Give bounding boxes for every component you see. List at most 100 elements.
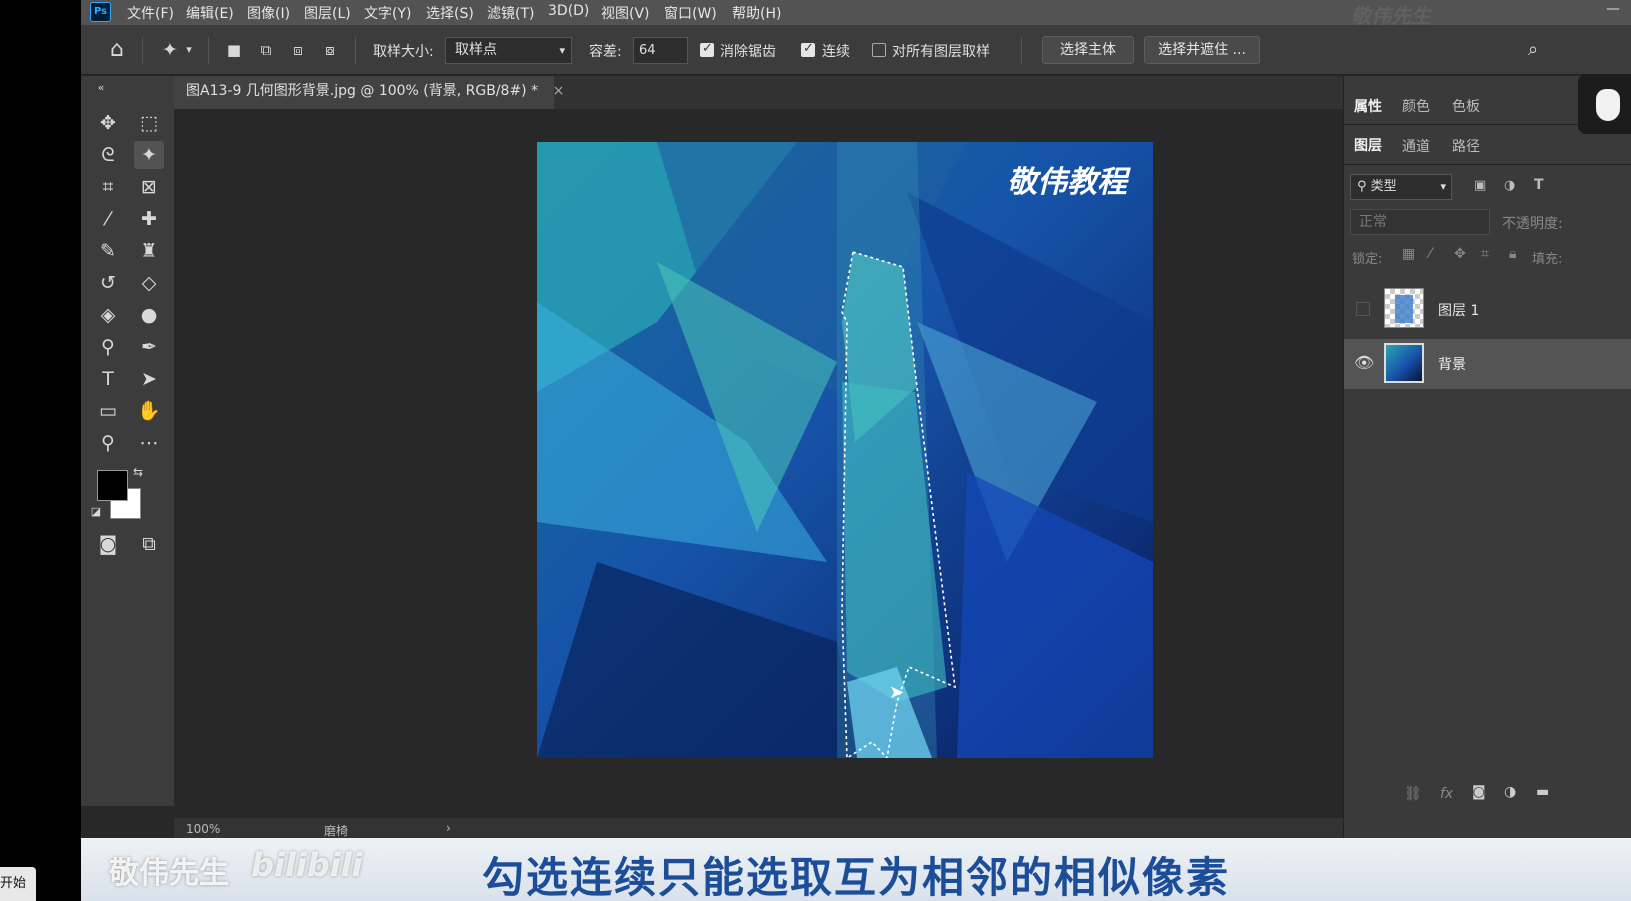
blur-tool-icon[interactable]: ● <box>134 301 164 329</box>
search-icon[interactable]: ⌕ <box>1518 36 1548 64</box>
status-bar: 100% 磨椅 › <box>174 818 1357 840</box>
zoom-tool-icon[interactable]: ⚲ <box>93 429 123 457</box>
close-icon[interactable]: × <box>553 83 565 99</box>
intersect-selection-icon[interactable]: ⧇ <box>315 36 345 64</box>
fx-icon[interactable]: fx <box>1440 786 1453 802</box>
chevron-down-icon[interactable]: ▾ <box>181 36 197 64</box>
tab-layers[interactable]: 图层 <box>1354 135 1382 155</box>
filter-type-icon[interactable]: T <box>1534 177 1544 193</box>
add-mask-icon[interactable]: ◙ <box>1472 784 1486 800</box>
antialias-checkbox[interactable] <box>700 41 714 57</box>
tab-paths[interactable]: 路径 <box>1452 136 1480 156</box>
menu-help[interactable]: 帮助(H) <box>732 3 781 23</box>
sample-all-layers-checkbox[interactable] <box>872 43 886 57</box>
document-tab[interactable]: 图A13-9 几何图形背景.jpg @ 100% (背景, RGB/8#) * … <box>174 76 564 109</box>
foreground-color-swatch[interactable] <box>97 470 128 501</box>
move-tool-icon[interactable]: ✥ <box>93 109 123 137</box>
lock-all-icon[interactable]: 🔒︎ <box>1509 246 1516 262</box>
menu-view[interactable]: 视图(V) <box>601 3 650 23</box>
tolerance-input[interactable]: 64 <box>633 37 688 64</box>
photoshop-window: Ps 文件(F) 编辑(E) 图像(I) 图层(L) 文字(Y) 选择(S) 滤… <box>81 0 1631 901</box>
lock-move-icon[interactable]: ✥ <box>1454 246 1466 262</box>
lock-label: 锁定: <box>1352 252 1383 267</box>
rectangle-tool-icon[interactable]: ▭ <box>93 397 123 425</box>
brush-tool-icon[interactable]: ✎ <box>93 237 123 265</box>
blend-mode-select[interactable]: 正常 <box>1350 209 1490 235</box>
more-tools-icon[interactable]: ⋯ <box>134 429 164 457</box>
menu-bar: Ps 文件(F) 编辑(E) 图像(I) 图层(L) 文字(Y) 选择(S) 滤… <box>81 0 1631 28</box>
canvas-area[interactable]: 敬伟教程 ➤ <box>174 109 1344 821</box>
tolerance-label: 容差: <box>589 44 622 60</box>
lock-artboard-icon[interactable]: ⌗ <box>1481 246 1489 262</box>
photoshop-logo[interactable]: Ps <box>90 2 111 22</box>
path-selection-tool-icon[interactable]: ➤ <box>134 365 164 393</box>
eye-icon[interactable]: 👁︎ <box>1354 353 1374 372</box>
menu-file[interactable]: 文件(F) <box>127 3 174 23</box>
add-selection-icon[interactable]: ⧉ <box>251 36 281 64</box>
document-canvas[interactable]: 敬伟教程 ➤ <box>537 142 1153 758</box>
visibility-toggle[interactable] <box>1356 302 1370 316</box>
new-group-icon[interactable]: ▬ <box>1536 784 1549 800</box>
new-selection-icon[interactable]: ■ <box>219 36 249 64</box>
canvas-title: 敬伟教程 <box>1007 165 1131 200</box>
chevron-right-icon[interactable]: › <box>446 821 451 835</box>
menu-image[interactable]: 图像(I) <box>247 3 290 23</box>
stamp-tool-icon[interactable]: ♜ <box>134 237 164 265</box>
dodge-tool-icon[interactable]: ⚲ <box>93 333 123 361</box>
menu-layer[interactable]: 图层(L) <box>304 3 351 23</box>
magic-wand-tool-icon[interactable]: ✦ <box>134 141 164 169</box>
layer-filter-select[interactable]: ⚲ 类型 ▾ <box>1350 174 1452 200</box>
menu-filter[interactable]: 滤镜(T) <box>487 3 534 23</box>
healing-tool-icon[interactable]: ✚ <box>134 205 164 233</box>
pen-tool-icon[interactable]: ✒ <box>134 333 164 361</box>
lasso-tool-icon[interactable]: ᘓ <box>93 141 123 169</box>
select-and-mask-button[interactable]: 选择并遮住 ... <box>1144 36 1260 64</box>
chevron-down-icon: ▾ <box>559 44 565 57</box>
menu-type[interactable]: 文字(Y) <box>364 3 411 23</box>
type-tool-icon[interactable]: T <box>93 365 123 393</box>
adjustment-layer-icon[interactable]: ◑ <box>1504 784 1516 800</box>
filter-adjustment-icon[interactable]: ◑ <box>1504 178 1515 193</box>
subtitle-text: 勾选连续只能选取互为相邻的相似像素 <box>481 853 1230 901</box>
start-chip[interactable]: 开始 <box>0 867 36 901</box>
contiguous-checkbox[interactable] <box>801 41 815 57</box>
swap-colors-icon[interactable]: ⇆ <box>129 464 147 480</box>
crop-tool-icon[interactable]: ⌗ <box>93 173 123 201</box>
filter-image-icon[interactable]: ▣ <box>1474 178 1486 193</box>
home-icon[interactable]: ⌂ <box>102 36 132 64</box>
lock-brush-icon[interactable]: ⁄ <box>1429 246 1431 262</box>
eraser-tool-icon[interactable]: ◇ <box>134 269 164 297</box>
layer-name[interactable]: 图层 1 <box>1438 300 1479 320</box>
collapse-icon[interactable]: « <box>86 74 116 102</box>
menu-3d[interactable]: 3D(D) <box>548 3 589 19</box>
layer-row[interactable]: 图层 1 <box>1344 284 1631 334</box>
menu-select[interactable]: 选择(S) <box>426 3 474 23</box>
sample-size-select[interactable]: 取样点 ▾ <box>445 37 572 64</box>
geometric-background-image: 敬伟教程 ➤ <box>537 142 1153 758</box>
select-subject-button[interactable]: 选择主体 <box>1042 36 1134 64</box>
eyedropper-tool-icon[interactable]: ⁄ <box>93 205 123 233</box>
tab-properties[interactable]: 属性 <box>1354 96 1382 116</box>
tab-swatches[interactable]: 色板 <box>1452 96 1480 116</box>
tab-channels[interactable]: 通道 <box>1402 136 1430 156</box>
default-colors-icon[interactable]: ◪ <box>87 504 105 520</box>
frame-tool-icon[interactable]: ⊠ <box>134 173 164 201</box>
marquee-tool-icon[interactable]: ⬚ <box>134 109 164 137</box>
quick-mask-icon[interactable]: ◙ <box>93 530 123 558</box>
screen-mode-icon[interactable]: ⧉ <box>134 530 164 558</box>
link-layers-icon[interactable]: ⛓︎ <box>1404 786 1422 802</box>
minimize-icon[interactable]: — <box>1599 1 1627 21</box>
paint-bucket-tool-icon[interactable]: ◈ <box>93 301 123 329</box>
layer-name[interactable]: 背景 <box>1438 354 1466 374</box>
layer-row-selected[interactable]: 👁︎ 背景 <box>1344 339 1631 389</box>
cursor-icon: ➤ <box>889 682 904 703</box>
zoom-level[interactable]: 100% <box>186 822 220 836</box>
lock-pixels-icon[interactable]: ▦ <box>1402 246 1415 262</box>
menu-window[interactable]: 窗口(W) <box>664 3 717 23</box>
document-tab-bar: 图A13-9 几何图形背景.jpg @ 100% (背景, RGB/8#) * … <box>174 76 1344 109</box>
subtract-selection-icon[interactable]: ⧈ <box>283 36 313 64</box>
hand-tool-icon[interactable]: ✋ <box>134 397 164 425</box>
history-brush-tool-icon[interactable]: ↺ <box>93 269 123 297</box>
tab-color[interactable]: 颜色 <box>1402 96 1430 116</box>
menu-edit[interactable]: 编辑(E) <box>186 3 234 23</box>
